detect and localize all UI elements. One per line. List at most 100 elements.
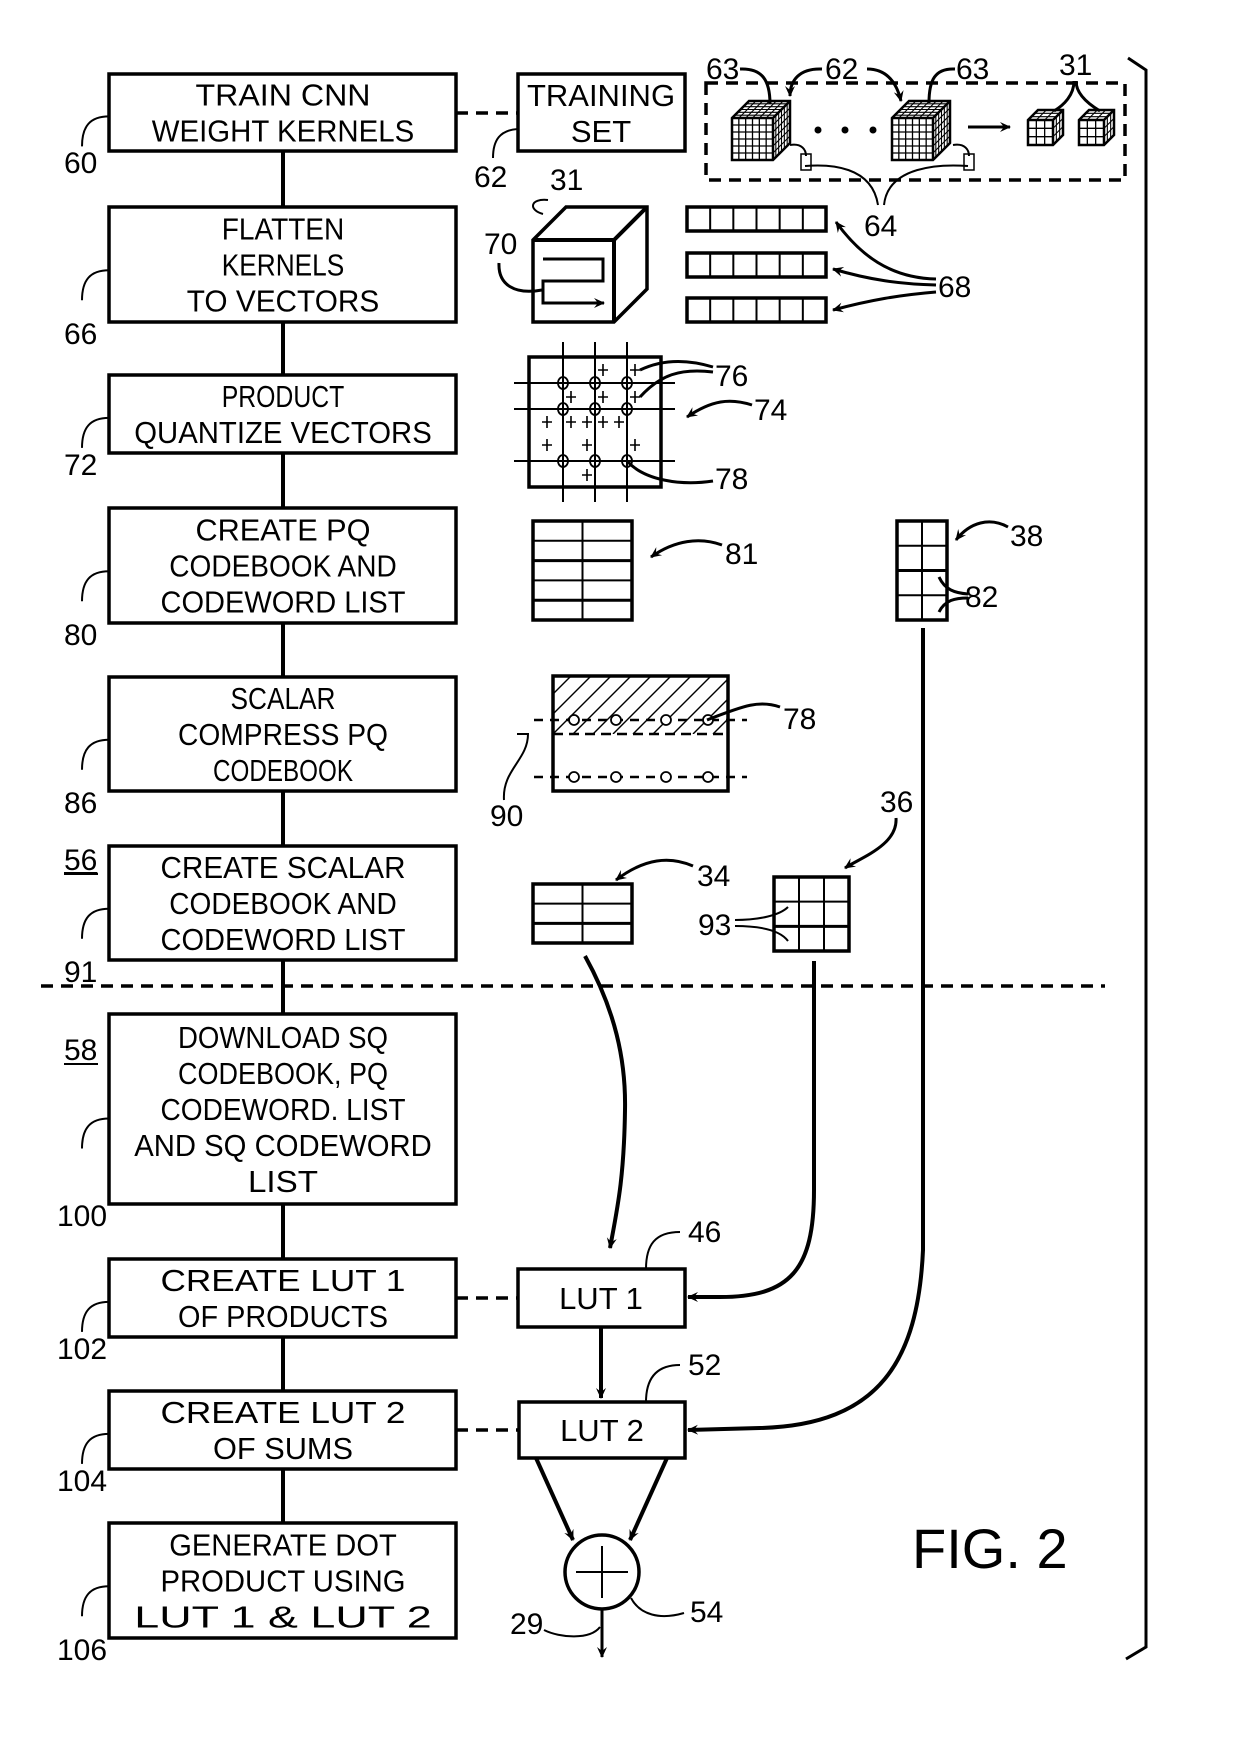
lut1-block: LUT 1 46 bbox=[456, 1216, 721, 1399]
adder: 54 29 bbox=[510, 1533, 723, 1658]
step-text-line: CODEBOOK AND bbox=[169, 549, 397, 584]
leader-80 bbox=[81, 570, 110, 602]
ref-63b: 63 bbox=[956, 53, 989, 86]
step-text-line: AND SQ CODEWORD bbox=[134, 1128, 432, 1163]
arrow-34 bbox=[615, 858, 694, 882]
step-text-line: PRODUCT bbox=[222, 379, 345, 414]
arrow-62b bbox=[866, 67, 904, 102]
leader-104 bbox=[81, 1432, 110, 1464]
step-106: GENERATE DOTPRODUCT USINGLUT 1 & LUT 2 10… bbox=[57, 1521, 458, 1667]
vector bbox=[685, 296, 828, 324]
ref-29: 29 bbox=[510, 1608, 543, 1641]
ref-62: 62 bbox=[474, 161, 507, 194]
step-text-line: KERNELS bbox=[222, 248, 345, 283]
scalar-level-dot bbox=[660, 714, 672, 726]
sq-codebook-to-lut1-arrow bbox=[583, 955, 628, 1249]
figure-label: FIG. 2 bbox=[912, 1517, 1068, 1580]
leader-100 bbox=[81, 1117, 110, 1149]
step-text-line: CODEBOOK AND bbox=[169, 886, 397, 921]
leader-31a bbox=[1053, 80, 1076, 113]
step-100: DOWNLOAD SQCODEBOOK, PQCODEWORD. LISTAND… bbox=[57, 1012, 458, 1233]
pq-codeword-list-table bbox=[895, 519, 949, 622]
step-text-line: OF SUMS bbox=[213, 1431, 353, 1466]
ref-74: 74 bbox=[754, 394, 787, 427]
scalar-level-dot bbox=[660, 771, 672, 783]
step-60: TRAIN CNNWEIGHT KERNELS 60 bbox=[64, 72, 458, 180]
ref-62b: 62 bbox=[825, 53, 858, 86]
table-outline bbox=[772, 875, 851, 953]
training-set-line-2: SET bbox=[571, 114, 631, 149]
leader-86 bbox=[81, 738, 110, 770]
lut2-block: LUT 2 52 bbox=[456, 1349, 721, 1541]
step-text-line: GENERATE DOT bbox=[169, 1528, 397, 1563]
ref-54: 54 bbox=[690, 1596, 723, 1629]
pq-codebook-table bbox=[531, 519, 634, 622]
step-text-line: FLATTEN bbox=[222, 212, 345, 247]
leader-60 bbox=[81, 115, 110, 147]
kernel-cube-2 bbox=[890, 99, 952, 162]
section-label-offline: 56 bbox=[64, 844, 97, 877]
step-91: CREATE SCALARCODEBOOK ANDCODEWORD LIST 91 bbox=[64, 844, 458, 989]
step-72: PRODUCTQUANTIZE VECTORS 72 bbox=[64, 373, 458, 482]
leader-102 bbox=[81, 1300, 110, 1332]
step-text-line: COMPRESS PQ bbox=[178, 717, 388, 752]
ellipsis-dot bbox=[814, 126, 822, 134]
ref-72: 72 bbox=[64, 449, 97, 482]
ref-76: 76 bbox=[715, 360, 748, 393]
ref-36: 36 bbox=[880, 786, 913, 819]
ref-90: 90 bbox=[490, 800, 523, 833]
leader-91 bbox=[81, 907, 110, 939]
leader-64b bbox=[883, 164, 969, 206]
ref-100: 100 bbox=[57, 1200, 107, 1233]
leader-63a bbox=[739, 67, 772, 105]
ref-64: 64 bbox=[864, 210, 897, 243]
step-text-line: CODEBOOK, PQ bbox=[178, 1056, 388, 1091]
sq-codebook-table bbox=[531, 882, 634, 945]
ellipsis-dot bbox=[841, 126, 849, 134]
flatten-cube: 31 70 bbox=[484, 164, 649, 324]
scalar-level-dot bbox=[610, 771, 622, 783]
leader-72 bbox=[81, 416, 110, 448]
leader-62 bbox=[492, 128, 519, 159]
arrow-81 bbox=[650, 539, 723, 559]
step-86: SCALARCOMPRESS PQCODEBOOK 86 bbox=[64, 675, 458, 820]
ref-38: 38 bbox=[1010, 520, 1043, 553]
ref-104: 104 bbox=[57, 1465, 107, 1498]
weight-box-2 bbox=[963, 153, 975, 171]
ref-31b: 31 bbox=[550, 164, 583, 197]
step-text-line: LIST bbox=[248, 1164, 318, 1199]
arrow-36 bbox=[844, 817, 898, 870]
kernel-cube-1 bbox=[730, 99, 792, 162]
step-text-line: LUT 1 & LUT 2 bbox=[134, 1600, 432, 1635]
ref-82: 82 bbox=[965, 581, 998, 614]
leader-63b bbox=[927, 67, 956, 104]
step-text-line: CREATE PQ bbox=[196, 513, 371, 548]
leader-64a bbox=[804, 164, 879, 206]
sq-codeword-list-grid bbox=[772, 875, 851, 953]
flattened-vectors bbox=[685, 205, 828, 324]
scalar-level-dot bbox=[610, 714, 622, 726]
step-text-line: CODEWORD LIST bbox=[161, 922, 406, 957]
ref-63a: 63 bbox=[706, 53, 739, 86]
lut2-label: LUT 2 bbox=[560, 1413, 644, 1448]
ref-93: 93 bbox=[698, 909, 731, 942]
step-text-line: SCALAR bbox=[231, 681, 336, 716]
ref-91: 91 bbox=[64, 956, 97, 989]
small-kernel-cube-2 bbox=[1077, 108, 1116, 147]
ref-34: 34 bbox=[697, 860, 730, 893]
step-text-line: CREATE LUT 2 bbox=[161, 1395, 406, 1430]
ref-81: 81 bbox=[725, 538, 758, 571]
step-80: CREATE PQCODEBOOK ANDCODEWORD LIST 80 bbox=[64, 506, 458, 652]
step-text-line: TRAIN CNN bbox=[196, 78, 371, 113]
step-text-line: CODEWORD LIST bbox=[161, 585, 406, 620]
ref-52: 52 bbox=[688, 1349, 721, 1382]
step-text-line: WEIGHT KERNELS bbox=[152, 114, 415, 149]
leader-31b bbox=[1074, 80, 1101, 113]
vector bbox=[685, 251, 828, 279]
training-set-line-1: TRAINING bbox=[527, 78, 675, 113]
step-104: CREATE LUT 2OF SUMS 104 bbox=[57, 1389, 458, 1498]
leader-106 bbox=[81, 1585, 110, 1617]
vector bbox=[685, 205, 828, 233]
ref-80: 80 bbox=[64, 619, 97, 652]
leader-66 bbox=[81, 269, 110, 301]
